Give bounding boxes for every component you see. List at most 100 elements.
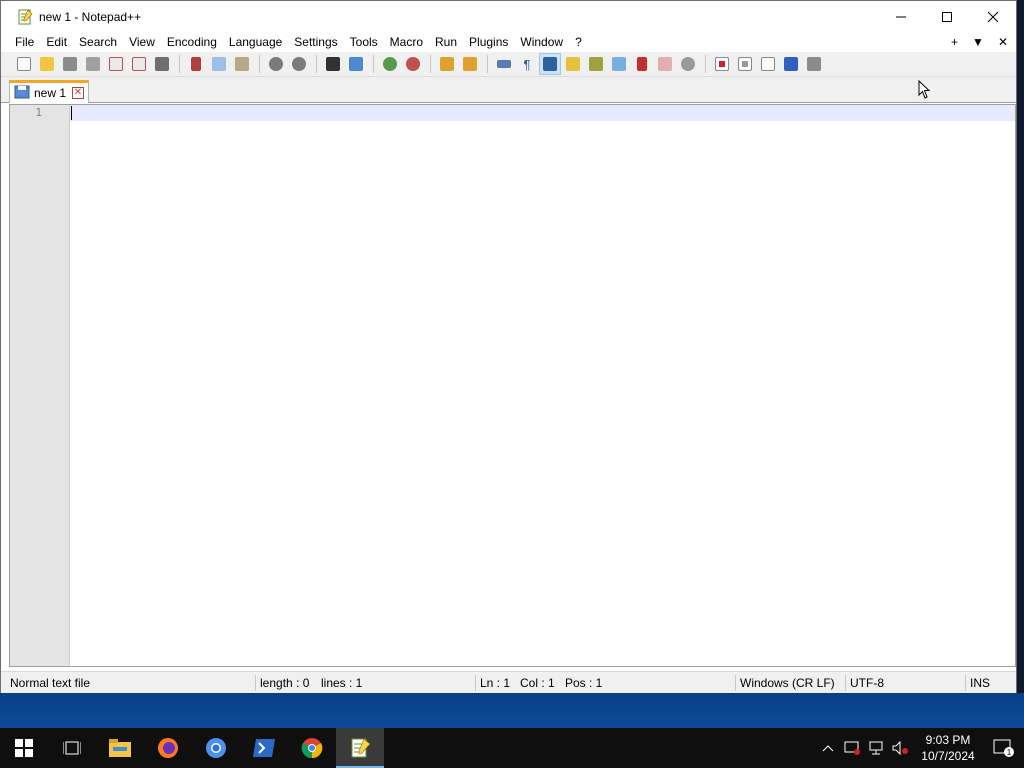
minimize-icon (896, 16, 906, 17)
minimize-button[interactable] (878, 1, 924, 32)
function-list-button[interactable] (631, 53, 653, 75)
undo-button[interactable] (265, 53, 287, 75)
tab-close-icon[interactable]: ✕ (72, 87, 84, 99)
line-number: 1 (35, 106, 42, 119)
add-icon[interactable]: + (951, 35, 958, 49)
close-document-icon[interactable]: ✕ (998, 35, 1008, 49)
chromium-icon (206, 738, 226, 758)
powershell-icon (253, 739, 275, 757)
redo-icon (292, 57, 306, 71)
menu-macro[interactable]: Macro (384, 35, 429, 49)
close-window-button[interactable] (970, 1, 1016, 32)
word-wrap-button[interactable] (493, 53, 515, 75)
folder-as-workspace-button[interactable] (654, 53, 676, 75)
notepadpp-app-icon[interactable] (17, 8, 33, 25)
desktop-background-bottom (0, 693, 1024, 728)
volume-muted-icon (892, 741, 908, 755)
record-macro-button[interactable] (711, 53, 733, 75)
menu-view[interactable]: View (123, 35, 161, 49)
security-tray-button[interactable] (840, 728, 864, 768)
start-button[interactable] (0, 728, 48, 768)
cut-icon (191, 57, 201, 71)
open-file-button[interactable] (36, 53, 58, 75)
menu-settings[interactable]: Settings (288, 35, 343, 49)
user-defined-language-button[interactable] (562, 53, 584, 75)
save-icon (63, 57, 77, 71)
file-explorer-button[interactable] (96, 728, 144, 768)
save-macro-button[interactable] (803, 53, 825, 75)
replace-button[interactable] (345, 53, 367, 75)
copy-button[interactable] (208, 53, 230, 75)
sync-horizontal-button[interactable] (459, 53, 481, 75)
close-icon (109, 57, 123, 71)
close-all-button[interactable] (128, 53, 150, 75)
menu-plugins[interactable]: Plugins (463, 35, 514, 49)
save-button[interactable] (59, 53, 81, 75)
toolbar-separator (316, 55, 317, 73)
show-all-characters-button[interactable]: ¶ (516, 53, 538, 75)
status-divider (965, 675, 966, 691)
indent-guide-button[interactable] (539, 53, 561, 75)
menu-tools[interactable]: Tools (344, 35, 384, 49)
status-bar: Normal text file length : 0 lines : 1 Ln… (1, 671, 1016, 693)
network-tray-button[interactable] (864, 728, 888, 768)
menu-file[interactable]: File (9, 35, 40, 49)
chrome-icon (301, 738, 323, 759)
maximize-button[interactable] (924, 1, 970, 32)
chromium-button[interactable] (192, 728, 240, 768)
stop-recording-icon (738, 57, 752, 71)
chrome-button[interactable] (288, 728, 336, 768)
dropdown-icon[interactable]: ▼ (972, 35, 984, 49)
menu-search[interactable]: Search (73, 35, 123, 49)
notepadpp-taskbar-button[interactable] (336, 728, 384, 768)
status-insert-mode[interactable]: INS (970, 672, 990, 694)
document-map-icon (589, 57, 603, 71)
print-button[interactable] (151, 53, 173, 75)
redo-button[interactable] (288, 53, 310, 75)
powershell-button[interactable] (240, 728, 288, 768)
notepadpp-window: new 1 - Notepad++ File Edit Search View … (0, 0, 1017, 693)
playback-macro-icon (761, 57, 775, 71)
toolbar-separator (487, 55, 488, 73)
find-button[interactable] (322, 53, 344, 75)
toolbar: ¶ (1, 52, 1016, 77)
firefox-icon (158, 738, 178, 758)
zoom-in-button[interactable] (379, 53, 401, 75)
run-macro-multiple-button[interactable] (780, 53, 802, 75)
action-center-button[interactable]: 1 (984, 728, 1024, 768)
menu-run[interactable]: Run (429, 35, 463, 49)
status-encoding[interactable]: UTF-8 (850, 672, 884, 694)
menu-edit[interactable]: Edit (40, 35, 73, 49)
status-divider (845, 675, 846, 691)
toolbar-separator (259, 55, 260, 73)
save-all-button[interactable] (82, 53, 104, 75)
tab-label: new 1 (34, 86, 67, 100)
menu-window[interactable]: Window (514, 35, 569, 49)
monitoring-button[interactable] (677, 53, 699, 75)
notepadpp-icon (351, 738, 371, 758)
user-defined-language-icon (566, 57, 580, 71)
status-eol[interactable]: Windows (CR LF) (740, 672, 835, 694)
document-list-button[interactable] (608, 53, 630, 75)
paste-button[interactable] (231, 53, 253, 75)
task-view-button[interactable] (48, 728, 96, 768)
editor-area[interactable]: 1 (9, 104, 1016, 667)
firefox-button[interactable] (144, 728, 192, 768)
menu-encoding[interactable]: Encoding (161, 35, 223, 49)
playback-macro-button[interactable] (757, 53, 779, 75)
zoom-out-button[interactable] (402, 53, 424, 75)
cut-button[interactable] (185, 53, 207, 75)
volume-tray-button[interactable] (888, 728, 912, 768)
title-bar[interactable]: new 1 - Notepad++ (1, 1, 1016, 32)
monitoring-icon (681, 57, 695, 71)
new-file-button[interactable] (13, 53, 35, 75)
document-map-button[interactable] (585, 53, 607, 75)
menu-help[interactable]: ? (569, 35, 588, 49)
menu-language[interactable]: Language (223, 35, 288, 49)
sync-vertical-button[interactable] (436, 53, 458, 75)
show-hidden-icons-button[interactable] (816, 728, 840, 768)
clock[interactable]: 9:03 PM 10/7/2024 (912, 732, 984, 764)
stop-recording-button[interactable] (734, 53, 756, 75)
tab-new-1[interactable]: new 1 ✕ (9, 80, 89, 103)
close-button[interactable] (105, 53, 127, 75)
